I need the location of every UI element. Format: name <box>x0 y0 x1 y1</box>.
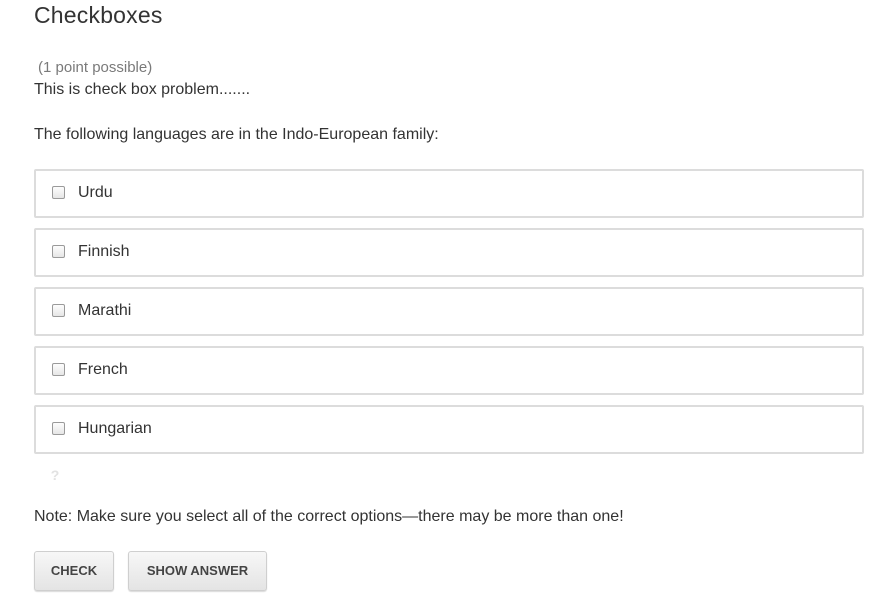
problem-description: This is check box problem....... <box>34 81 251 98</box>
choice-finnish[interactable]: Finnish <box>34 228 864 277</box>
help-icon[interactable]: ? <box>49 467 61 483</box>
show-answer-button[interactable]: SHOW ANSWER <box>128 551 267 591</box>
check-button[interactable]: CHECK <box>34 551 114 591</box>
choice-urdu[interactable]: Urdu <box>34 169 864 218</box>
choice-label: Hungarian <box>78 420 152 437</box>
choice-marathi[interactable]: Marathi <box>34 287 864 336</box>
problem-title: Checkboxes <box>34 2 163 28</box>
choice-label: French <box>78 361 128 378</box>
choice-label: Marathi <box>78 302 132 319</box>
checkbox[interactable] <box>52 304 65 317</box>
points-possible: (1 point possible) <box>38 59 153 76</box>
choice-label: Finnish <box>78 243 130 260</box>
choice-list: Urdu Finnish Marathi French Hungarian <box>34 169 864 464</box>
checkbox[interactable] <box>52 245 65 258</box>
checkbox[interactable] <box>52 363 65 376</box>
checkbox[interactable] <box>52 186 65 199</box>
choice-french[interactable]: French <box>34 346 864 395</box>
question-text: The following languages are in the Indo-… <box>34 126 439 143</box>
checkbox[interactable] <box>52 422 65 435</box>
note-text: Note: Make sure you select all of the co… <box>34 508 624 525</box>
choice-label: Urdu <box>78 184 113 201</box>
choice-hungarian[interactable]: Hungarian <box>34 405 864 454</box>
